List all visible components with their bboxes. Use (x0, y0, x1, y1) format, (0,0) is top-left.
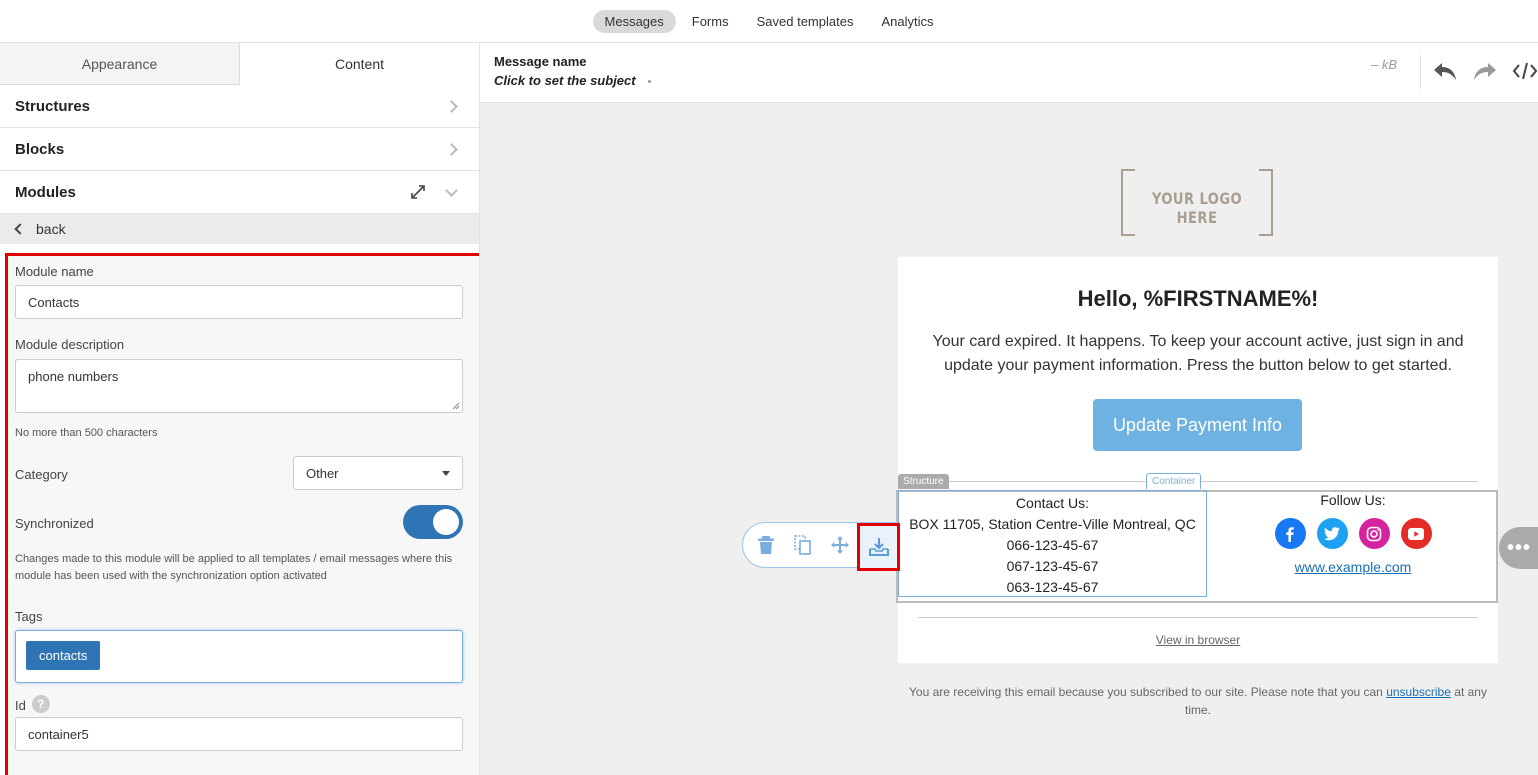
twitter-icon[interactable] (1316, 518, 1348, 549)
follow-title: Follow Us: (1320, 492, 1386, 508)
youtube-icon[interactable] (1400, 518, 1432, 549)
update-payment-button[interactable]: Update Payment Info (1093, 399, 1302, 451)
module-description-label: Module description (15, 337, 125, 352)
back-label: back (36, 221, 66, 237)
synchronized-toggle[interactable] (403, 505, 463, 539)
nav-forms[interactable]: Forms (680, 10, 741, 33)
synchronized-label: Synchronized (15, 515, 94, 531)
id-label: Id (15, 697, 26, 713)
logo-placeholder[interactable]: YOUR LOGO HERE (1121, 169, 1273, 236)
undo-icon[interactable] (1432, 60, 1458, 82)
contact-address: BOX 11705, Station Centre-Ville Montreal… (909, 516, 1196, 532)
back-button[interactable]: back (0, 214, 479, 244)
tag-chip[interactable]: contacts (26, 641, 101, 670)
trash-icon (758, 536, 774, 554)
category-select[interactable]: Other (293, 456, 463, 490)
tags-input[interactable]: contacts (15, 630, 463, 683)
logo-bracket-right (1259, 169, 1273, 236)
synchronized-row: Synchronized (15, 505, 463, 539)
save-as-module-button[interactable] (857, 523, 900, 571)
chevron-left-icon (14, 223, 26, 235)
module-settings-form: Module name Contacts Module description … (5, 253, 479, 775)
facebook-icon[interactable] (1274, 518, 1306, 549)
caret-down-icon (442, 470, 450, 476)
code-icon[interactable] (1512, 60, 1538, 82)
email-body: Hello, %FIRSTNAME%! Your card expired. I… (896, 257, 1498, 663)
help-icon[interactable]: ? (31, 695, 50, 713)
synchronized-hint: Changes made to this module will be appl… (15, 553, 453, 582)
toggle-knob (433, 509, 459, 535)
more-options-icon[interactable]: ••• (1499, 527, 1538, 569)
dot-icon (647, 80, 651, 84)
instagram-icon[interactable] (1358, 518, 1390, 549)
follow-container[interactable]: Follow Us: www.example.com (1208, 490, 1498, 575)
logo-text: YOUR LOGO HERE (1151, 189, 1243, 227)
move-button[interactable] (829, 534, 851, 556)
footer-prefix: You are receiving this email because you… (909, 685, 1383, 699)
section-blocks-label: Blocks (15, 140, 65, 158)
resize-handle-icon[interactable] (452, 402, 460, 410)
logo-bracket-left (1121, 169, 1135, 236)
category-row: Category Other (15, 456, 463, 490)
subject-placeholder: Click to set the subject (494, 73, 636, 88)
module-description-value: phone numbers (28, 369, 119, 384)
contact-phone: 067-123-45-67 (1006, 558, 1099, 574)
sidebar-tabs: Appearance Content (0, 43, 479, 85)
settings-sidebar: Appearance Content Structures Blocks Mod… (0, 43, 480, 775)
category-label: Category (15, 466, 68, 482)
tags-label: Tags (15, 609, 43, 624)
description-hint: No more than 500 characters (15, 427, 158, 439)
message-size: – kB (1370, 57, 1397, 72)
header-divider (1420, 55, 1421, 89)
module-name-input[interactable]: Contacts (15, 285, 463, 319)
nav-saved-templates[interactable]: Saved templates (745, 10, 866, 33)
id-row: Id ? (15, 695, 463, 713)
divider (918, 617, 1478, 618)
redo-icon[interactable] (1472, 60, 1498, 82)
website-link[interactable]: www.example.com (1295, 559, 1412, 575)
category-value: Other (306, 465, 339, 481)
view-in-browser-link[interactable]: View in browser (898, 633, 1498, 647)
chevron-right-icon (445, 99, 458, 113)
delete-button[interactable] (755, 534, 777, 556)
move-icon (831, 536, 849, 554)
footer-note: You are receiving this email because you… (900, 683, 1496, 719)
editor-header: Message name Click to set the subject – … (480, 43, 1538, 103)
nav-analytics[interactable]: Analytics (869, 10, 945, 33)
tab-content[interactable]: Content (240, 43, 479, 85)
subject-field[interactable]: Click to set the subject (494, 73, 651, 88)
contact-container[interactable]: Contact Us: BOX 11705, Station Centre-Vi… (898, 490, 1207, 597)
section-modules-label: Modules (15, 183, 76, 201)
message-name-label: Message name (494, 54, 587, 69)
email-intro[interactable]: Your card expired. It happens. To keep y… (918, 330, 1478, 378)
email-editor: Message name Click to set the subject – … (480, 43, 1538, 775)
id-input[interactable]: container5 (15, 717, 463, 751)
nav-messages[interactable]: Messages (592, 9, 676, 33)
chevron-right-icon (445, 142, 458, 156)
section-structures[interactable]: Structures (0, 85, 479, 128)
header-actions (1432, 60, 1538, 82)
contact-phone: 066-123-45-67 (1006, 537, 1099, 553)
chevron-down-icon (445, 183, 458, 197)
contact-title: Contact Us: (1015, 495, 1090, 511)
unsubscribe-link[interactable]: unsubscribe (1386, 685, 1451, 699)
section-blocks[interactable]: Blocks (0, 128, 479, 171)
download-icon (868, 538, 889, 556)
tab-appearance[interactable]: Appearance (0, 43, 240, 85)
structure-label: Structure (898, 474, 949, 489)
container-label: Container (1146, 473, 1202, 489)
module-name-label: Module name (15, 264, 94, 279)
email-greeting[interactable]: Hello, %FIRSTNAME%! (898, 286, 1498, 312)
copy-icon (794, 535, 811, 555)
section-structures-label: Structures (15, 97, 91, 115)
social-icons (1208, 518, 1498, 549)
contact-phone: 063-123-45-67 (1006, 579, 1099, 595)
top-navigation: Messages Forms Saved templates Analytics (0, 0, 1538, 43)
copy-button[interactable] (792, 534, 814, 556)
module-description-textarea[interactable]: phone numbers (15, 359, 463, 413)
expand-icon[interactable] (409, 183, 427, 201)
section-modules[interactable]: Modules (0, 171, 479, 214)
